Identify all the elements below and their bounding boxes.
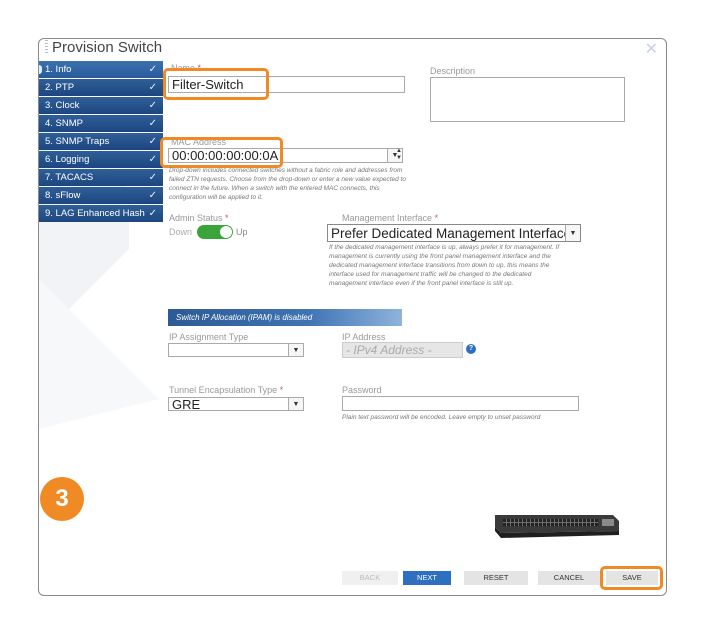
- check-icon: ✓: [148, 118, 157, 129]
- admin-status-toggle[interactable]: [197, 225, 233, 239]
- admin-status-label: Admin Status *: [169, 213, 229, 223]
- dialog-title: Provision Switch: [45, 39, 162, 56]
- mgmt-interface-select[interactable]: Prefer Dedicated Management Interface ▼: [327, 224, 581, 242]
- sidebar-item-label: 1. Info: [45, 64, 72, 75]
- tunnel-encapsulation-label: Tunnel Encapsulation Type *: [169, 385, 283, 395]
- wizard-sidebar: 1. Info ✓ 2. PTP ✓ 3. Clock ✓ 4. SNMP ✓ 5. S…: [39, 61, 163, 223]
- help-icon[interactable]: ?: [466, 344, 476, 354]
- sidebar-item-snmp[interactable]: 4. SNMP ✓: [39, 115, 163, 132]
- password-help-text: Plain text password will be encoded. Lea…: [342, 414, 541, 421]
- tunnel-encapsulation-value: GRE: [172, 397, 201, 412]
- ip-address-placeholder: - IPv4 Address -: [346, 343, 432, 357]
- sidebar-item-lag-enhanced-hash[interactable]: 9. LAG Enhanced Hash ✓: [39, 205, 163, 222]
- sidebar-item-label: 2. PTP: [45, 82, 75, 93]
- check-icon: ✓: [148, 172, 157, 183]
- sidebar-item-label: 4. SNMP: [45, 118, 84, 129]
- close-icon[interactable]: ✕: [645, 39, 658, 59]
- mgmt-interface-help-text: If the dedicated management interface is…: [329, 244, 560, 287]
- check-icon: ✓: [148, 82, 157, 93]
- required-marker: *: [225, 213, 229, 223]
- password-input[interactable]: [342, 396, 579, 411]
- chevron-down-icon[interactable]: ▼: [288, 344, 303, 356]
- switch-device-image: [495, 515, 619, 538]
- sidebar-item-label: 7. TACACS: [45, 172, 94, 183]
- required-marker: *: [434, 213, 439, 223]
- sidebar-item-label: 8. sFlow: [45, 190, 81, 201]
- chevron-down-icon[interactable]: ▼: [565, 225, 580, 241]
- mgmt-interface-label: Management Interface *: [342, 213, 438, 223]
- sidebar-item-snmp-traps[interactable]: 5. SNMP Traps ✓: [39, 133, 163, 150]
- sidebar-item-label: 3. Clock: [45, 100, 80, 111]
- dialog-title-text: Provision Switch: [52, 39, 163, 56]
- password-label: Password: [342, 385, 382, 395]
- admin-status-label-text: Admin Status: [169, 213, 223, 223]
- save-highlight: [600, 566, 663, 590]
- ip-assignment-label: IP Assignment Type: [169, 332, 249, 342]
- ip-address-label: IP Address: [342, 332, 386, 342]
- cancel-button[interactable]: CANCEL: [538, 571, 600, 585]
- sort-spinner-icon[interactable]: ▲ ▼: [396, 148, 402, 162]
- sidebar-item-tacacs[interactable]: 7. TACACS ✓: [39, 169, 163, 186]
- sidebar-item-clock[interactable]: 3. Clock ✓: [39, 97, 163, 114]
- description-label: Description: [430, 66, 476, 76]
- toggle-off-label: Down: [169, 227, 193, 237]
- check-icon: ✓: [148, 190, 157, 201]
- check-icon: ✓: [148, 100, 157, 111]
- step-number-badge: 3: [40, 477, 84, 521]
- reset-button[interactable]: RESET: [464, 571, 528, 585]
- chevron-down-icon[interactable]: ▼: [288, 398, 303, 410]
- check-icon: ✓: [148, 154, 157, 165]
- required-marker: *: [279, 385, 284, 395]
- ipam-disabled-banner: Switch IP Allocation (IPAM) is disabled: [168, 309, 402, 326]
- check-icon: ✓: [148, 136, 157, 147]
- sidebar-item-info[interactable]: 1. Info ✓: [39, 61, 163, 78]
- toggle-on-label: Up: [236, 227, 248, 237]
- ip-assignment-select[interactable]: ▼: [168, 343, 304, 357]
- mac-help-text: Drop-down includes connected switches wi…: [169, 167, 407, 201]
- check-icon: ✓: [148, 64, 157, 75]
- ip-address-input[interactable]: - IPv4 Address -: [342, 342, 463, 358]
- sidebar-item-label: 6. Logging: [45, 154, 90, 165]
- mgmt-interface-label-text: Management Interface: [342, 213, 433, 223]
- name-highlight: [163, 68, 269, 100]
- sidebar-item-ptp[interactable]: 2. PTP ✓: [39, 79, 163, 96]
- mgmt-interface-value: Prefer Dedicated Management Interface: [331, 226, 572, 241]
- next-button[interactable]: NEXT: [403, 571, 451, 585]
- provision-switch-dialog: Provision Switch ✕ 1. Info ✓ 2. PTP ✓ 3. C…: [38, 38, 667, 596]
- toggle-knob: [220, 226, 232, 238]
- sidebar-item-sflow[interactable]: 8. sFlow ✓: [39, 187, 163, 204]
- sidebar-item-label: 9. LAG Enhanced Hash: [45, 208, 145, 219]
- mac-highlight: [160, 137, 283, 168]
- tunnel-encapsulation-select[interactable]: GRE ▼: [168, 397, 304, 411]
- active-step-marker: [39, 65, 42, 74]
- check-icon: ✓: [148, 208, 157, 219]
- back-button[interactable]: BACK: [342, 571, 398, 585]
- sidebar-item-logging[interactable]: 6. Logging ✓: [39, 151, 163, 168]
- sidebar-item-label: 5. SNMP Traps: [45, 136, 110, 147]
- drag-grip-icon[interactable]: [45, 40, 48, 54]
- description-textarea[interactable]: [430, 77, 625, 122]
- tunnel-encapsulation-label-text: Tunnel Encapsulation Type: [169, 385, 278, 395]
